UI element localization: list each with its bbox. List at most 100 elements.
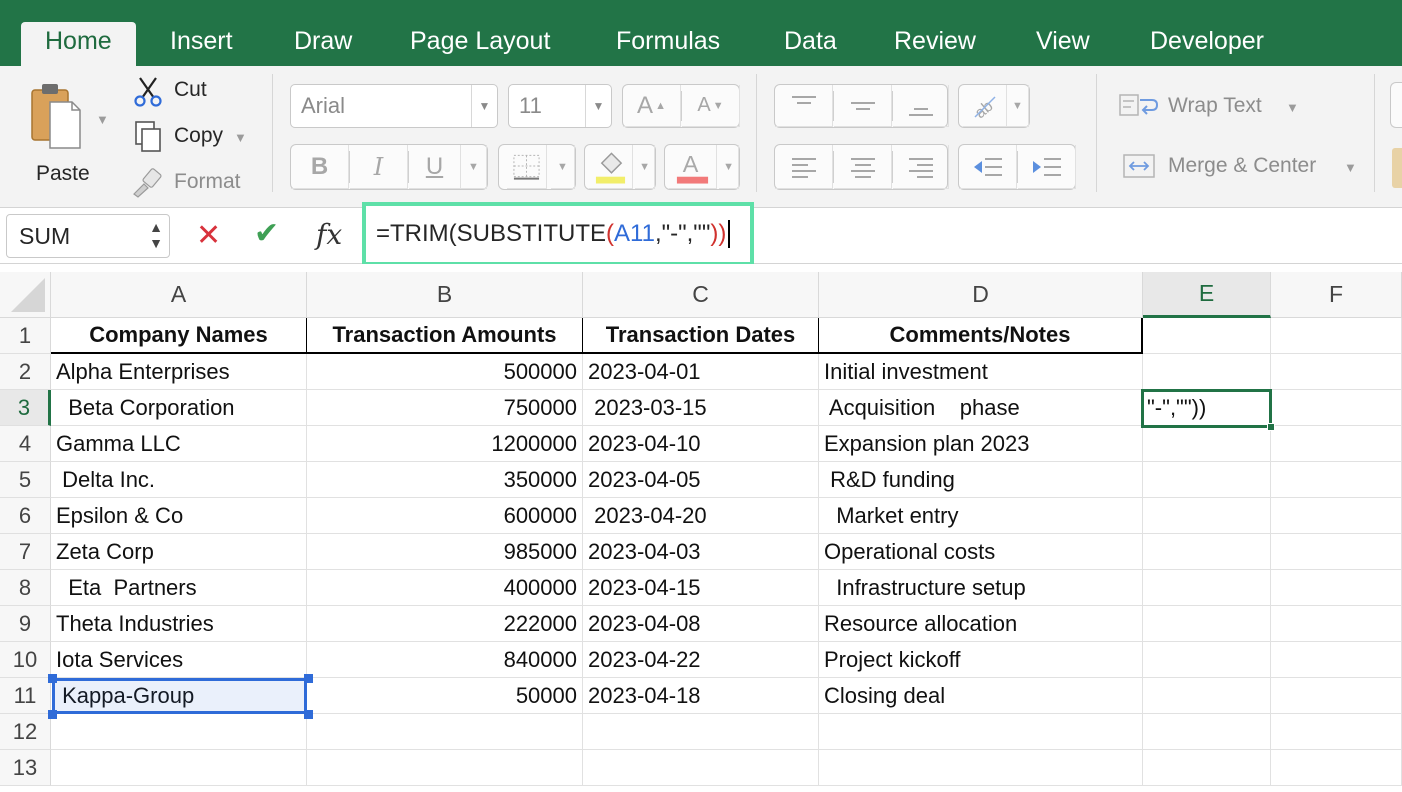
cell-a3[interactable]: Beta Corporation xyxy=(51,390,307,426)
format-painter-button[interactable]: Format xyxy=(130,166,260,200)
cell-b7[interactable]: 985000 xyxy=(307,534,583,570)
cell-f2[interactable] xyxy=(1271,354,1402,390)
orientation-button[interactable]: ab ▼ xyxy=(958,84,1030,128)
cancel-icon[interactable]: ✕ xyxy=(196,218,221,253)
cell-c6[interactable]: 2023-04-20 xyxy=(583,498,819,534)
cell-c8[interactable]: 2023-04-15 xyxy=(583,570,819,606)
cell-e5[interactable] xyxy=(1143,462,1271,498)
cell-b2[interactable]: 500000 xyxy=(307,354,583,390)
cell-d8[interactable]: Infrastructure setup xyxy=(819,570,1143,606)
cell-e10[interactable] xyxy=(1143,642,1271,678)
cell-c5[interactable]: 2023-04-05 xyxy=(583,462,819,498)
cell-e2[interactable] xyxy=(1143,354,1271,390)
row-header-6[interactable]: 6 xyxy=(0,498,51,534)
cell-e1[interactable] xyxy=(1143,318,1271,354)
row-header-2[interactable]: 2 xyxy=(0,354,51,390)
name-box-stepper-icon[interactable]: ▲ ▼ xyxy=(149,219,163,251)
cell-b10[interactable]: 840000 xyxy=(307,642,583,678)
copy-button[interactable]: Copy ▼ xyxy=(130,120,260,154)
cell-b6[interactable]: 600000 xyxy=(307,498,583,534)
selection-handle[interactable] xyxy=(48,674,57,683)
cell-c7[interactable]: 2023-04-03 xyxy=(583,534,819,570)
cell-e8[interactable] xyxy=(1143,570,1271,606)
cell-d2[interactable]: Initial investment xyxy=(819,354,1143,390)
header-cell-d1[interactable]: Comments/Notes xyxy=(819,318,1143,354)
cell-a7[interactable]: Zeta Corp xyxy=(51,534,307,570)
cell-d9[interactable]: Resource allocation xyxy=(819,606,1143,642)
column-header-d[interactable]: D xyxy=(819,272,1143,318)
row-header-10[interactable]: 10 xyxy=(0,642,51,678)
row-header-7[interactable]: 7 xyxy=(0,534,51,570)
underline-icon[interactable]: U xyxy=(409,145,461,189)
cell-d11[interactable]: Closing deal xyxy=(819,678,1143,714)
cell-f1[interactable] xyxy=(1271,318,1402,354)
decrease-indent-icon[interactable] xyxy=(959,145,1017,189)
tab-data[interactable]: Data xyxy=(784,22,837,66)
font-color-button[interactable]: A ▼ xyxy=(664,144,740,190)
selection-handle[interactable] xyxy=(48,710,57,719)
wrap-text-button[interactable]: Wrap Text ▼ xyxy=(1118,92,1318,124)
cell-e13[interactable] xyxy=(1143,750,1271,786)
cell-e9[interactable] xyxy=(1143,606,1271,642)
tab-page-layout[interactable]: Page Layout xyxy=(410,22,550,66)
header-cell-a1[interactable]: Company Names xyxy=(51,318,307,354)
tab-view[interactable]: View xyxy=(1036,22,1090,66)
column-header-a[interactable]: A xyxy=(51,272,307,318)
cell-f13[interactable] xyxy=(1271,750,1402,786)
tab-insert[interactable]: Insert xyxy=(170,22,233,66)
align-center-icon[interactable] xyxy=(834,145,892,189)
row-header-11[interactable]: 11 xyxy=(0,678,51,714)
fill-handle[interactable] xyxy=(1267,423,1275,431)
merge-center-button[interactable]: Merge & Center ▼ xyxy=(1118,152,1358,184)
cell-c13[interactable] xyxy=(583,750,819,786)
cell-f11[interactable] xyxy=(1271,678,1402,714)
cell-c9[interactable]: 2023-04-08 xyxy=(583,606,819,642)
font-name-select[interactable]: Arial ▼ xyxy=(290,84,498,128)
cell-a2[interactable]: Alpha Enterprises xyxy=(51,354,307,390)
cell-a12[interactable] xyxy=(51,714,307,750)
cell-e11[interactable] xyxy=(1143,678,1271,714)
cell-a6[interactable]: Epsilon & Co xyxy=(51,498,307,534)
cell-f5[interactable] xyxy=(1271,462,1402,498)
cell-c2[interactable]: 2023-04-01 xyxy=(583,354,819,390)
insert-function-icon[interactable]: fx xyxy=(316,218,342,251)
conditional-format-icon[interactable] xyxy=(1392,148,1402,188)
selection-handle[interactable] xyxy=(304,710,313,719)
increase-font-size-icon[interactable]: A ▲ xyxy=(623,85,681,127)
cell-b13[interactable] xyxy=(307,750,583,786)
cell-c10[interactable]: 2023-04-22 xyxy=(583,642,819,678)
name-box[interactable]: SUM ▲ ▼ xyxy=(6,214,170,258)
column-header-c[interactable]: C xyxy=(583,272,819,318)
row-header-4[interactable]: 4 xyxy=(0,426,51,462)
cell-c11[interactable]: 2023-04-18 xyxy=(583,678,819,714)
row-header-1[interactable]: 1 xyxy=(0,318,51,354)
column-header-b[interactable]: B xyxy=(307,272,583,318)
tab-home[interactable]: Home xyxy=(21,22,136,66)
cell-b11[interactable]: 50000 xyxy=(307,678,583,714)
cell-b8[interactable]: 400000 xyxy=(307,570,583,606)
align-middle-icon[interactable] xyxy=(834,85,892,127)
cell-f10[interactable] xyxy=(1271,642,1402,678)
chevron-down-icon[interactable]: ▼ xyxy=(461,145,487,189)
cut-button[interactable]: Cut xyxy=(130,76,230,110)
cell-a5[interactable]: Delta Inc. xyxy=(51,462,307,498)
tab-developer[interactable]: Developer xyxy=(1150,22,1264,66)
cell-b12[interactable] xyxy=(307,714,583,750)
cell-c4[interactable]: 2023-04-10 xyxy=(583,426,819,462)
borders-button[interactable]: ▼ xyxy=(498,144,576,190)
cell-d4[interactable]: Expansion plan 2023 xyxy=(819,426,1143,462)
cell-a13[interactable] xyxy=(51,750,307,786)
cell-e7[interactable] xyxy=(1143,534,1271,570)
cell-e6[interactable] xyxy=(1143,498,1271,534)
increase-indent-icon[interactable] xyxy=(1018,145,1076,189)
select-all-corner[interactable] xyxy=(0,272,51,318)
cell-d3[interactable]: Acquisition phase xyxy=(819,390,1143,426)
row-header-9[interactable]: 9 xyxy=(0,606,51,642)
number-format-select[interactable] xyxy=(1390,82,1402,128)
decrease-font-size-icon[interactable]: A ▼ xyxy=(682,85,740,127)
cell-d12[interactable] xyxy=(819,714,1143,750)
column-header-e[interactable]: E xyxy=(1143,272,1271,318)
cell-a10[interactable]: Iota Services xyxy=(51,642,307,678)
row-header-3[interactable]: 3 xyxy=(0,390,51,426)
enter-check-icon[interactable]: ✔ xyxy=(254,216,279,251)
